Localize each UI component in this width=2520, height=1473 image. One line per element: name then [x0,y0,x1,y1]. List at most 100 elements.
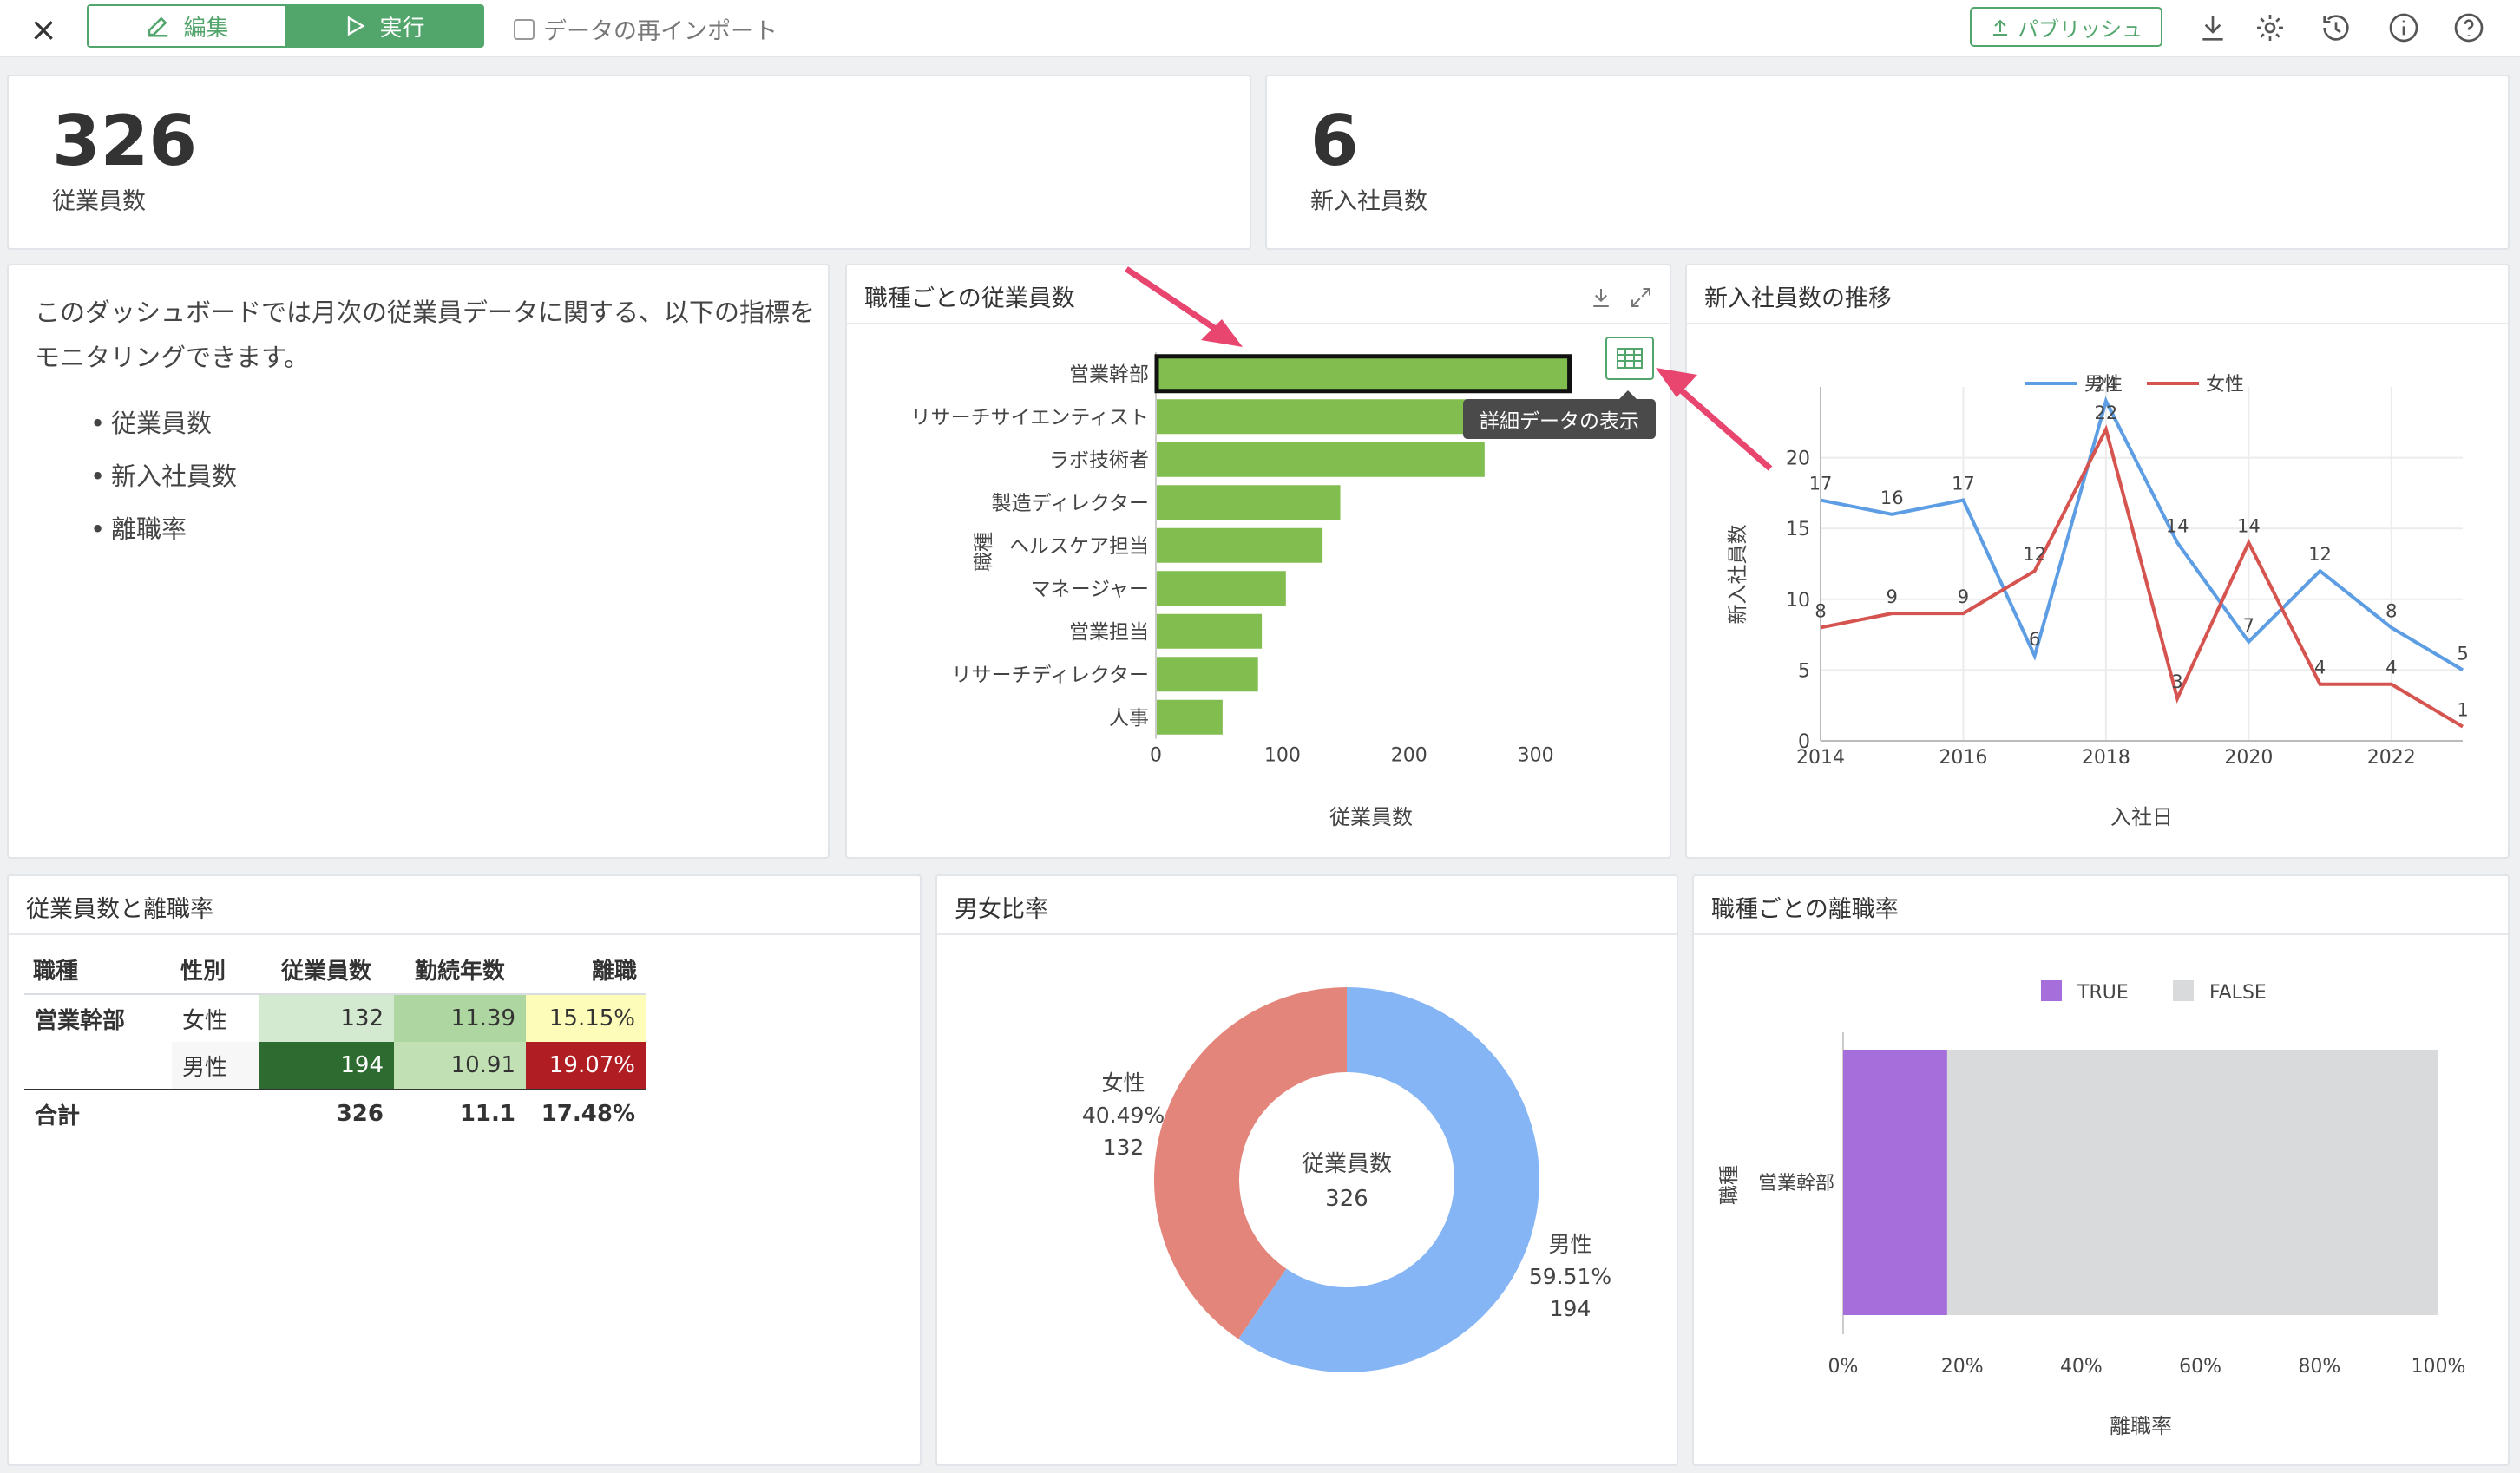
publish-label: パブリッシュ [2018,16,2143,42]
y-tick-label: ラボ技術者 [1049,449,1149,472]
card-divider [9,933,920,935]
bar [1157,571,1286,606]
line-chart-card: 新入社員数の推移 0 5 10 15 20 2014 2016 2018 2020 2022 17 1… [1685,264,2510,859]
table-row: 男性 194 10.91 19.07% [24,1042,646,1090]
kpi-card-new-hires: 6 新入社員数 [1265,75,2510,250]
column-header: 従業員数 [259,946,394,995]
attrition-cell: 19.07% [526,1042,646,1090]
bar [1157,699,1223,735]
reimport-label: データの再インポート [543,18,778,45]
publish-button[interactable]: パブリッシュ [1970,7,2162,47]
kpi-label: 新入社員数 [1310,188,1427,215]
slice-label: 59.51% [1529,1264,1611,1289]
edit-label: 編集 [183,15,229,42]
x-tick-label: 0 [1150,745,1162,767]
legend-label: TRUE [2077,982,2129,1004]
list-item: 従業員数 [35,397,816,450]
x-tick-label: 60% [2179,1356,2221,1378]
data-label: 5 [2457,643,2468,664]
y-tick-label: ヘルスケア担当 [1009,535,1149,558]
x-tick-label: 2020 [2224,747,2273,769]
run-button[interactable]: 実行 [285,6,482,46]
y-tick-label: 営業幹部 [1758,1173,1834,1195]
data-label: 1 [2457,700,2468,721]
help-icon[interactable] [2451,10,2486,45]
y-tick-label: 営業幹部 [1069,363,1149,386]
y-tick-label: 営業担当 [1069,621,1149,644]
column-header: 勤続年数 [394,946,526,995]
column-header: 離職 [526,946,646,995]
y-tick-label: 5 [1798,660,1810,682]
donut-chart: 男性 59.51% 194 女性 40.49% 132 従業員数 326 [1082,987,1611,1372]
gear-icon[interactable] [2253,10,2287,45]
download-icon[interactable] [2195,10,2230,45]
x-tick-label: 2018 [2082,747,2130,769]
gender-cell: 男性 [172,1042,259,1090]
y-tick-label: リサーチディレクター [952,664,1149,686]
x-tick-label: 300 [1518,745,1554,767]
x-axis-label: 離職率 [2110,1414,2172,1438]
table-header-row: 職種 性別 従業員数 勤続年数 離職 [24,946,646,995]
gender-cell: 女性 [182,1007,228,1034]
run-label: 実行 [379,15,425,42]
y-tick-label: 製造ディレクター [992,492,1149,514]
edit-button[interactable]: 編集 [89,6,285,46]
data-label: 9 [1958,586,1969,607]
column-header: 性別 [172,946,259,995]
kpi-card-employees: 326 従業員数 [7,75,1251,250]
y-tick-label: 人事 [1109,707,1149,730]
count-cell: 132 [259,994,394,1042]
stacked-bar-chart: TRUE FALSE 0% 20% 40% 60% 80% 100% 営業幹部離職率 職種 [1718,980,2466,1438]
x-tick-label: 2014 [1796,747,1845,769]
slice-label: 194 [1550,1296,1591,1321]
group-cell [24,1042,172,1090]
description-card: このダッシュボードでは月次の従業員データに関する、以下の指標をモニタリングできま… [7,264,830,859]
data-label: 14 [2237,516,2261,537]
data-label: 22 [2095,403,2118,423]
x-tick-label: 100% [2412,1356,2466,1378]
data-label: 17 [1952,474,1975,494]
data-label: 14 [2166,516,2189,537]
data-label: 4 [2314,658,2326,678]
total-label: 合計 [24,1089,172,1137]
slice-label: 40.49% [1082,1103,1165,1128]
slice-label: 男性 [1549,1232,1592,1257]
info-icon[interactable] [2386,10,2421,45]
stacked-chart-card: 職種ごとの離職率 TRUE FALSE 0% 20% 40% 60% 80% 100% 営業幹部… [1692,874,2510,1466]
reimport-checkbox[interactable] [514,18,535,40]
x-tick-label: 100 [1264,745,1301,767]
data-label: 7 [2243,615,2254,636]
x-tick-label: 80% [2298,1356,2340,1378]
x-axis-label: 入社日 [2110,805,2173,829]
count-cell: 194 [259,1042,394,1090]
reimport-option[interactable]: データの再インポート [514,12,778,46]
list-item: 新入社員数 [35,450,816,503]
x-tick-label: 40% [2060,1356,2103,1378]
table-icon [1617,348,1643,369]
column-header: 職種 [24,946,172,995]
table-card: 従業員数と離職率 職種 性別 従業員数 勤続年数 離職 営業幹部 女性 132 … [7,874,922,1466]
data-label: 8 [2385,600,2397,621]
bar [1157,657,1258,692]
data-label: 8 [1815,600,1826,621]
legend-swatch [2041,980,2062,1001]
attrition-cell: 15.15% [526,994,646,1042]
x-axis-label: 従業員数 [1329,805,1413,829]
x-tick-label: 200 [1391,745,1427,767]
history-icon[interactable] [2319,10,2353,45]
kpi-value: 326 [52,101,197,181]
legend-swatch [2173,980,2194,1001]
bar-segment [1843,1050,1947,1315]
bar-segment [1946,1050,2438,1315]
y-tick-label: 15 [1786,519,1810,540]
y-tick-label: リサーチサイエンティスト [911,406,1149,429]
data-label: 12 [2308,544,2332,565]
close-icon[interactable]: × [26,12,61,47]
pencil-icon [148,16,168,37]
bar [1157,442,1485,477]
detail-data-button[interactable] [1605,337,1654,380]
table-row: 営業幹部 女性 132 11.39 15.15% [24,994,646,1042]
total-gender-cell [172,1089,259,1137]
bar-chart: 営業幹部リサーチサイエンティストラボ技術者製造ディレクターヘルスケア担当マネージ… [911,352,1572,829]
legend-label: 男性 [2084,374,2123,396]
